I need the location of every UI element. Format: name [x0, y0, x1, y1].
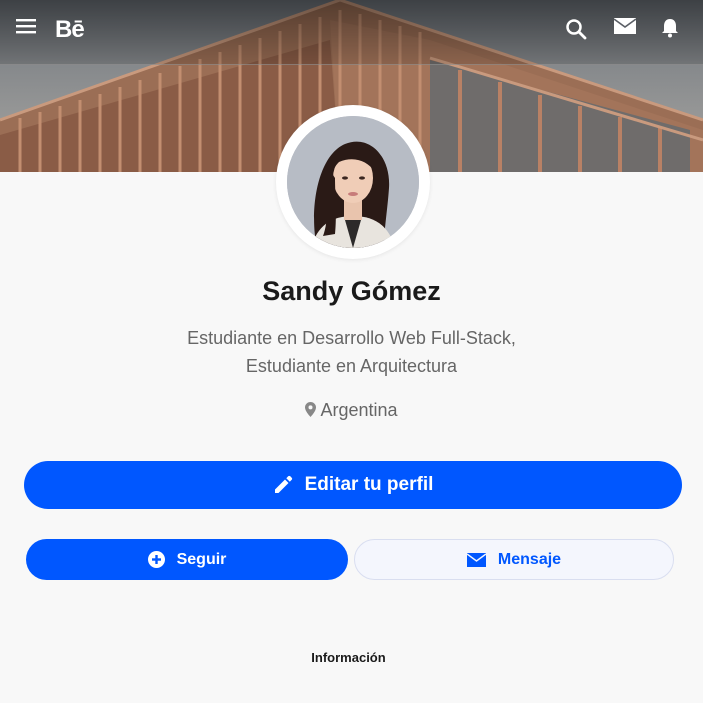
edit-profile-button[interactable]: Editar tu perfil [24, 461, 682, 509]
avatar-photo [287, 116, 419, 248]
pencil-icon [273, 475, 293, 495]
top-navigation: Bē [0, 0, 703, 65]
info-section-tab[interactable]: Información [0, 650, 697, 665]
bio-line: Estudiante en Arquitectura [245, 356, 458, 376]
profile-bio: Estudiante en Desarrollo Web Full-Stack,… [0, 324, 703, 380]
message-button[interactable]: Mensaje [354, 539, 674, 580]
plus-circle-icon [147, 551, 165, 568]
menu-icon[interactable] [16, 18, 42, 44]
profile-location: Argentina [0, 400, 703, 422]
bio-line: Estudiante en Desarrollo Web Full-Stack, [187, 328, 516, 348]
location-pin-icon [305, 401, 317, 422]
behance-logo[interactable]: Bē [55, 16, 85, 44]
edit-profile-label: Editar tu perfil [304, 474, 434, 495]
bell-icon[interactable] [661, 18, 687, 44]
profile-avatar[interactable] [276, 105, 430, 259]
mail-icon[interactable] [614, 18, 640, 44]
search-icon[interactable] [565, 18, 591, 44]
message-label: Mensaje [497, 550, 562, 568]
envelope-icon [466, 552, 486, 567]
location-text: Argentina [320, 400, 398, 420]
follow-button[interactable]: Seguir [26, 539, 348, 580]
follow-label: Seguir [176, 550, 227, 568]
profile-name: Sandy Gómez [262, 276, 441, 306]
